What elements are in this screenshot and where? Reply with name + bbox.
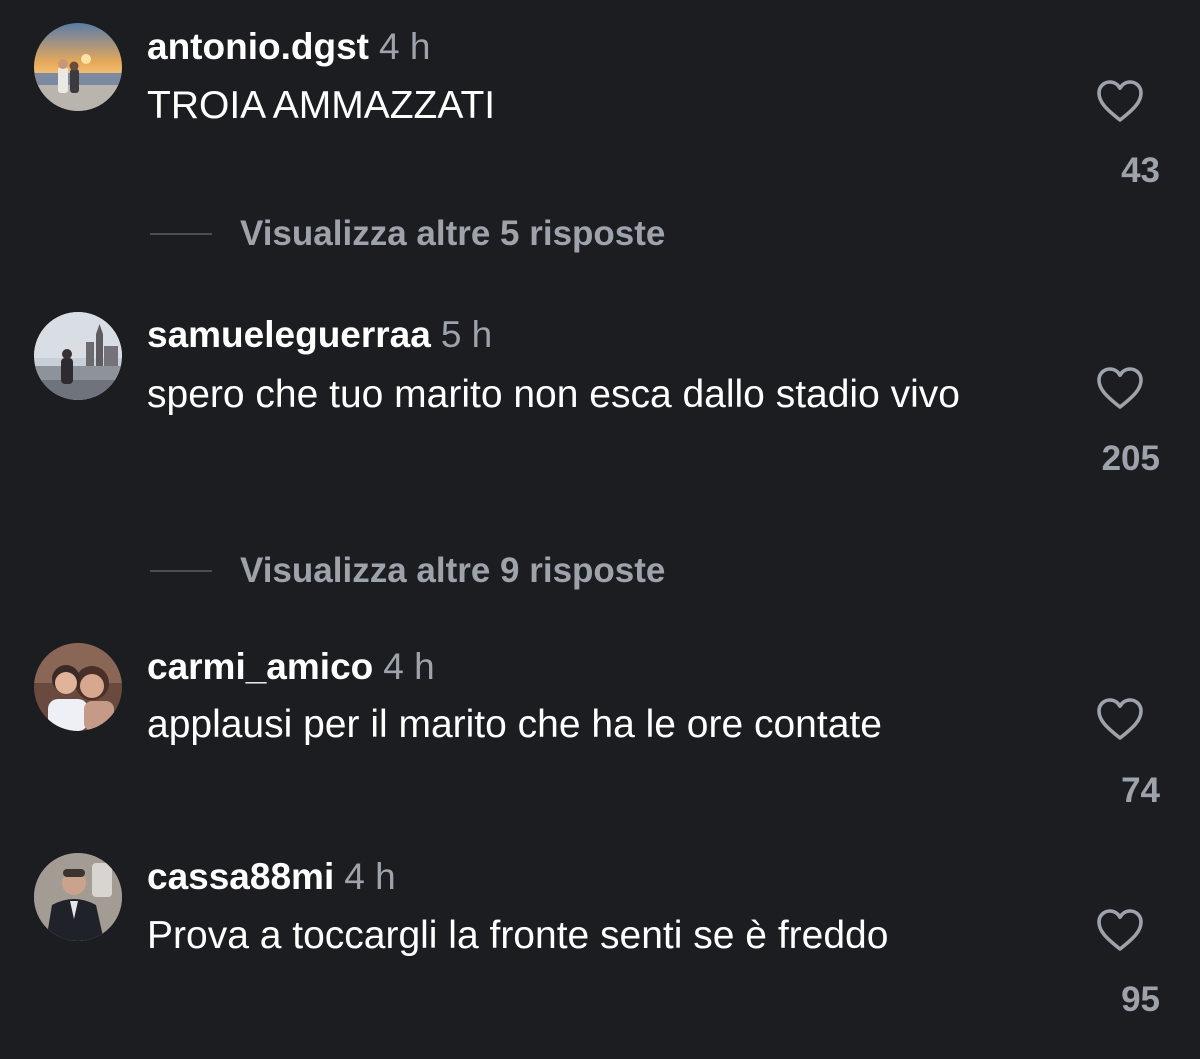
avatar-image <box>34 23 122 111</box>
heart-outline-icon[interactable] <box>1096 366 1144 410</box>
username[interactable]: samueleguerraa <box>147 314 431 355</box>
heart-outline-icon[interactable] <box>1096 79 1144 123</box>
view-replies-label: Visualizza altre 9 risposte <box>240 551 666 590</box>
timestamp: 4 h <box>383 646 435 687</box>
like-count: 43 <box>1121 151 1160 190</box>
avatar[interactable] <box>34 312 122 400</box>
like-count: 74 <box>1121 771 1160 810</box>
replies-divider <box>150 570 212 572</box>
view-replies-button[interactable]: Visualizza altre 9 risposte <box>150 549 665 593</box>
view-replies-label: Visualizza altre 5 risposte <box>240 214 666 253</box>
avatar[interactable] <box>34 643 122 731</box>
replies-divider <box>150 233 212 235</box>
comment-text: applausi per il marito che ha le ore con… <box>147 703 882 746</box>
comment-text: spero che tuo marito non esca dallo stad… <box>147 373 960 416</box>
view-replies-button[interactable]: Visualizza altre 5 risposte <box>150 212 665 256</box>
comments-screen: antonio.dgst 4 h TROIA AMMAZZATI 43 Visua… <box>0 0 1200 1059</box>
username[interactable]: carmi_amico <box>147 646 373 687</box>
avatar[interactable] <box>34 853 122 941</box>
timestamp: 4 h <box>344 856 396 897</box>
timestamp: 4 h <box>378 26 431 67</box>
avatar-image <box>34 312 122 400</box>
like-count: 205 <box>1101 439 1160 478</box>
avatar-image <box>34 643 122 731</box>
timestamp: 5 h <box>440 314 493 355</box>
avatar[interactable] <box>34 23 122 111</box>
comment-text: TROIA AMMAZZATI <box>147 84 496 127</box>
heart-outline-icon[interactable] <box>1096 908 1144 952</box>
comment-text: Prova a toccargli la fronte senti se è f… <box>147 914 889 957</box>
like-count: 95 <box>1121 980 1160 1019</box>
avatar-image <box>34 853 122 941</box>
heart-outline-icon[interactable] <box>1096 697 1144 741</box>
username[interactable]: cassa88mi <box>147 856 334 897</box>
username[interactable]: antonio.dgst <box>147 26 369 67</box>
